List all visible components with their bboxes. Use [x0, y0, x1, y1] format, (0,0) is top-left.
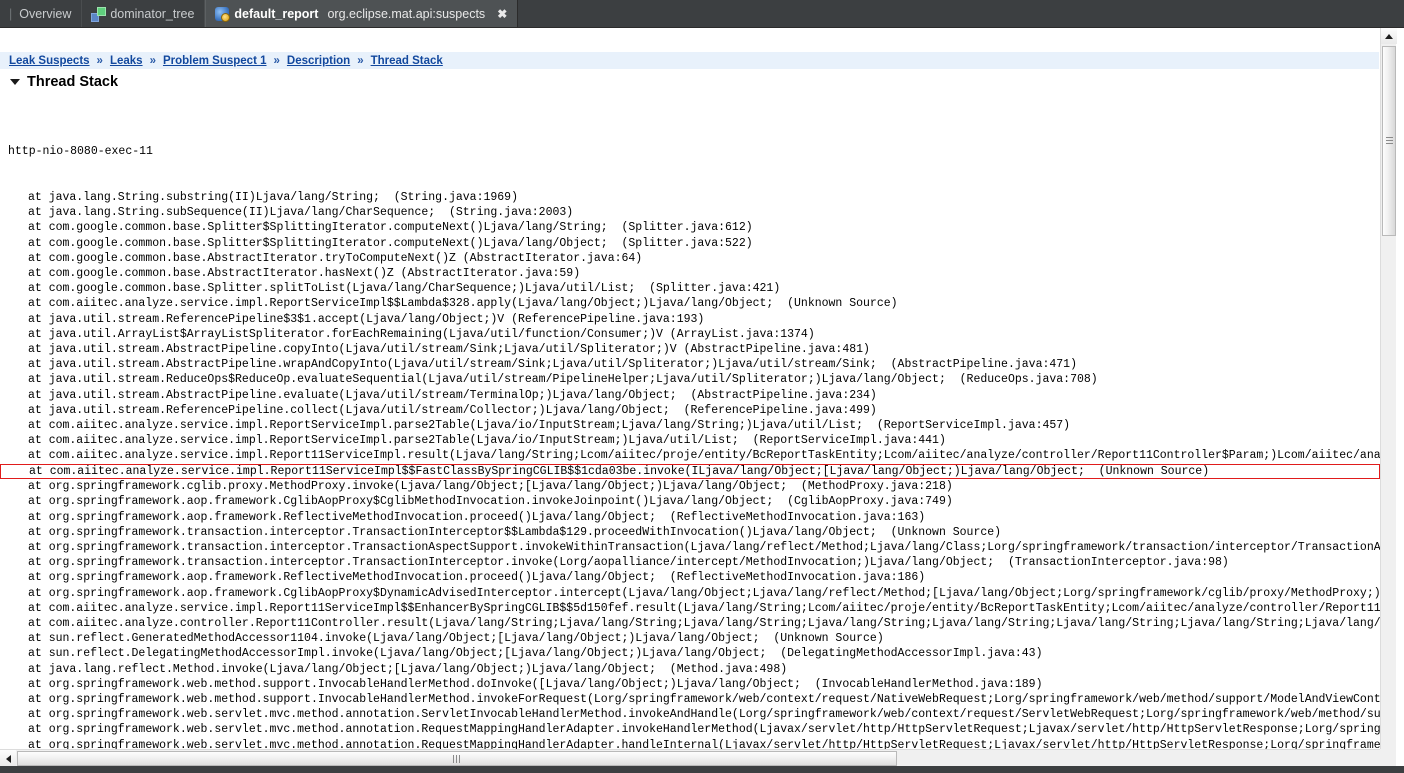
stack-frame: at com.google.common.base.AbstractIterat…	[28, 251, 643, 265]
stack-frame-highlighted: at com.aiitec.analyze.service.impl.Repor…	[0, 463, 1380, 480]
breadcrumb-separator: »	[273, 54, 280, 67]
thread-name: http-nio-8080-exec-11	[8, 145, 153, 159]
stack-frame: at org.springframework.transaction.inter…	[28, 556, 1229, 570]
scroll-up-button[interactable]	[1381, 28, 1397, 44]
scrollbar-grip-icon	[453, 755, 461, 763]
arrow-up-icon	[1385, 33, 1393, 39]
stack-frame: at com.aiitec.analyze.service.impl.Repor…	[28, 601, 1388, 615]
chevron-down-icon[interactable]	[10, 79, 20, 85]
page-title: Thread Stack	[27, 74, 119, 90]
stack-frame: at org.springframework.transaction.inter…	[28, 525, 1002, 539]
thread-stack-section-header: Thread Stack	[10, 74, 118, 90]
stack-frame: at org.springframework.aop.framework.Cgl…	[28, 586, 1388, 600]
stack-frame: at org.springframework.aop.framework.Ref…	[28, 510, 926, 524]
scrollbar-grip-icon	[1386, 137, 1393, 145]
tab-default-report[interactable]: default_report org.eclipse.mat.api:suspe…	[205, 0, 519, 27]
stack-frame: at org.springframework.web.servlet.mvc.m…	[28, 708, 1388, 722]
stack-frame: at com.google.common.base.Splitter$Split…	[28, 236, 753, 250]
stack-frame: at java.util.stream.ReferencePipeline.co…	[28, 403, 877, 417]
stack-frame: at java.lang.String.substring(II)Ljava/l…	[28, 191, 518, 205]
stack-frame: at java.util.stream.AbstractPipeline.cop…	[28, 343, 870, 357]
arrow-left-icon	[5, 754, 11, 763]
report-content-area: Leak Suspects » Leaks » Problem Suspect …	[0, 28, 1388, 756]
stack-frame: at com.aiitec.analyze.service.impl.Repor…	[28, 419, 1071, 433]
horizontal-scrollbar-thumb[interactable]	[17, 751, 897, 766]
breadcrumb-separator: »	[357, 54, 364, 67]
stack-frame: at java.util.stream.ReferencePipeline$3$…	[28, 312, 705, 326]
breadcrumb-link-thread-stack[interactable]: Thread Stack	[371, 55, 443, 67]
dominator-tree-icon	[91, 6, 107, 22]
editor-tab-bar: | Overview dominator_tree default_report…	[0, 0, 1404, 28]
close-icon[interactable]: ✖	[497, 7, 507, 21]
tab-leading-separator: |	[9, 6, 13, 21]
stack-frame: at org.springframework.web.servlet.mvc.m…	[28, 723, 1388, 737]
stack-frame: at org.springframework.web.method.suppor…	[28, 693, 1388, 707]
stack-frame: at java.lang.reflect.Method.invoke(Ljava…	[28, 662, 788, 676]
stack-frame: at com.aiitec.analyze.service.impl.Repor…	[28, 434, 946, 448]
breadcrumb-link-description[interactable]: Description	[287, 55, 350, 67]
stack-frame: at com.google.common.base.Splitter.split…	[28, 282, 781, 296]
stack-frame: at java.lang.String.subSequence(II)Ljava…	[28, 206, 574, 220]
stack-frame: at sun.reflect.GeneratedMethodAccessor11…	[28, 632, 884, 646]
stack-frame: at com.aiitec.analyze.service.impl.Repor…	[28, 449, 1388, 463]
stack-frame: at org.springframework.web.method.suppor…	[28, 677, 1043, 691]
vertical-scrollbar-thumb[interactable]	[1382, 46, 1396, 236]
stack-frame: at java.util.stream.AbstractPipeline.eva…	[28, 388, 877, 402]
scroll-left-button[interactable]	[0, 750, 16, 767]
tab-dominator-tree-label: dominator_tree	[110, 6, 195, 21]
breadcrumb: Leak Suspects » Leaks » Problem Suspect …	[0, 52, 1379, 69]
stack-frame: at java.util.ArrayList$ArrayListSplitera…	[28, 327, 815, 341]
report-icon	[215, 6, 231, 22]
breadcrumb-separator: »	[96, 54, 103, 67]
scrollbar-corner	[1380, 749, 1396, 766]
tab-dominator-tree[interactable]: dominator_tree	[82, 0, 206, 27]
report-editor: Leak Suspects » Leaks » Problem Suspect …	[0, 28, 1404, 773]
stack-frame: at java.util.stream.ReduceOps$ReduceOp.e…	[28, 373, 1098, 387]
stack-frame: at com.aiitec.analyze.controller.Report1…	[28, 617, 1388, 630]
stack-frame: at sun.reflect.DelegatingMethodAccessorI…	[28, 647, 1043, 661]
horizontal-scrollbar[interactable]	[0, 749, 1388, 767]
stack-frame: at org.springframework.aop.framework.Ref…	[28, 571, 926, 585]
stack-frame: at java.util.stream.AbstractPipeline.wra…	[28, 358, 1077, 372]
thread-stack-list: http-nio-8080-exec-11 at java.lang.Strin…	[0, 114, 1388, 756]
stack-frame: at org.springframework.cglib.proxy.Metho…	[28, 480, 953, 494]
stack-frame: at com.google.common.base.AbstractIterat…	[28, 267, 581, 281]
window-bottom-edge	[0, 766, 1404, 773]
stack-frame: at org.springframework.transaction.inter…	[28, 540, 1388, 554]
stack-frame: at com.google.common.base.Splitter$Split…	[28, 221, 753, 235]
tab-default-report-label: default_report	[234, 6, 319, 21]
vertical-scrollbar[interactable]	[1380, 28, 1397, 756]
breadcrumb-link-leaks[interactable]: Leaks	[110, 55, 143, 67]
breadcrumb-link-leak-suspects[interactable]: Leak Suspects	[9, 55, 90, 67]
breadcrumb-separator: »	[149, 54, 156, 67]
tab-default-report-sublabel: org.eclipse.mat.api:suspects	[327, 6, 486, 21]
stack-frame: at org.springframework.aop.framework.Cgl…	[28, 495, 953, 509]
tab-overview[interactable]: | Overview	[0, 0, 83, 27]
breadcrumb-link-problem-suspect-1[interactable]: Problem Suspect 1	[163, 55, 267, 67]
tab-overview-label: Overview	[19, 6, 72, 21]
stack-frame: at com.aiitec.analyze.service.impl.Repor…	[28, 297, 898, 311]
